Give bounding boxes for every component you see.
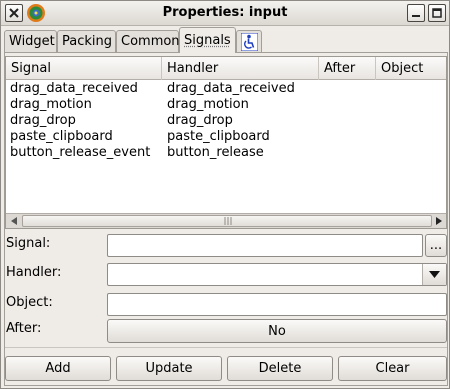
handler-dropdown-button[interactable] [422,264,446,285]
signal-cell: paste_clipboard [10,129,113,144]
scrollbar-thumb[interactable] [22,215,432,227]
add-button[interactable]: Add [5,356,111,381]
after-toggle-button[interactable]: No [107,319,447,343]
list-header: Signal Handler After Object [6,57,446,80]
tab-widget[interactable]: Widget [4,30,57,52]
table-row[interactable]: button_release_event button_release [6,145,446,161]
clear-button[interactable]: Clear [338,356,447,381]
column-header-after[interactable]: After [319,57,376,80]
table-row[interactable]: drag_motion drag_motion [6,97,446,113]
update-button[interactable]: Update [116,356,222,381]
chevron-down-icon [429,271,440,278]
signal-cell: button_release_event [10,145,151,160]
tab-label: Widget [9,34,55,49]
window-title: Properties: input [162,5,288,20]
handler-cell: drag_drop [167,113,233,128]
handler-label: Handler: [6,265,62,280]
signal-browse-button[interactable]: ... [425,234,447,257]
tab-label: Packing [62,34,113,49]
object-label: Object: [6,295,53,310]
after-label: After: [6,321,42,336]
accessibility-icon [240,32,259,52]
signals-list[interactable]: Signal Handler After Object drag_data_re… [5,56,447,229]
tab-common[interactable]: Common [116,30,180,52]
list-rows: drag_data_received drag_data_received dr… [6,81,446,161]
handler-cell: paste_clipboard [167,129,270,144]
column-header-signal[interactable]: Signal [6,57,162,80]
tab-label: Common [121,34,180,49]
handler-cell: drag_motion [167,97,249,112]
table-row[interactable]: paste_clipboard paste_clipboard [6,129,446,145]
minimize-icon [412,15,420,17]
tab-label: Signals [184,33,231,48]
notebook-tabs: Widget Packing Common Signals [4,27,448,53]
minimize-button[interactable] [407,4,425,22]
table-row[interactable]: drag_data_received drag_data_received [6,81,446,97]
handler-cell: button_release [167,145,264,160]
arrow-left-icon [10,217,17,225]
arrow-right-icon [435,217,442,225]
horizontal-scrollbar[interactable] [6,213,446,228]
signal-label: Signal: [6,236,51,251]
separator [5,347,447,348]
tab-signals[interactable]: Signals [179,27,236,53]
signal-cell: drag_drop [10,113,76,128]
handler-cell: drag_data_received [167,81,295,96]
scroll-left-button[interactable] [7,215,20,227]
column-header-handler[interactable]: Handler [162,57,319,80]
signal-cell: drag_motion [10,97,92,112]
properties-window: Properties: input Widget Packing Common … [0,0,450,389]
tab-packing[interactable]: Packing [57,30,116,52]
object-field[interactable] [107,293,447,316]
maximize-button[interactable] [428,4,446,22]
column-header-object[interactable]: Object [376,57,446,80]
handler-combo[interactable] [107,263,447,286]
signal-cell: drag_data_received [10,81,138,96]
delete-button[interactable]: Delete [227,356,333,381]
signal-field[interactable] [107,234,423,257]
grip-icon [224,217,232,225]
table-row[interactable]: drag_drop drag_drop [6,113,446,129]
tab-accessibility[interactable] [236,30,262,52]
scroll-right-button[interactable] [432,215,445,227]
title-bar: Properties: input [1,1,449,26]
maximize-icon [432,8,442,18]
